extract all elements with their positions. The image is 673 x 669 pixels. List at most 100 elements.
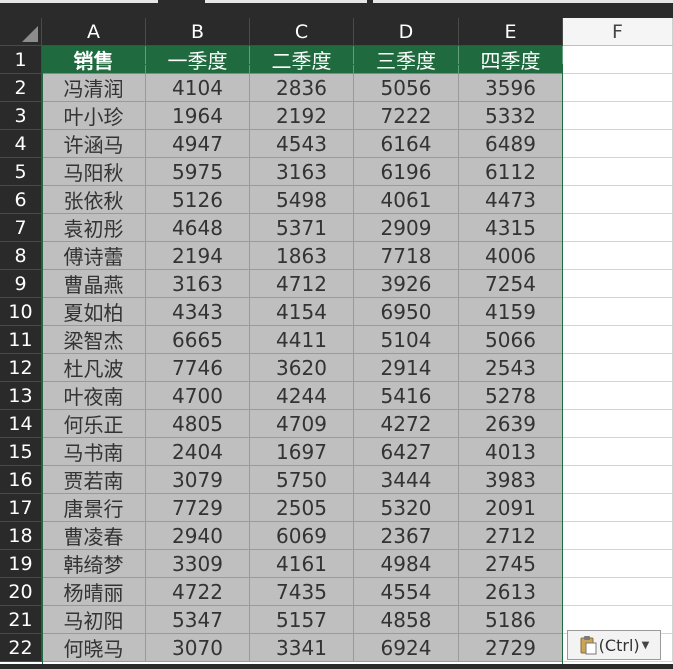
table-header-cell[interactable]: 二季度 [250, 46, 354, 74]
select-all-button[interactable] [0, 18, 42, 46]
name-cell[interactable]: 杨晴丽 [42, 578, 146, 606]
value-cell[interactable]: 5498 [250, 186, 354, 214]
value-cell[interactable]: 5157 [250, 606, 354, 634]
value-cell[interactable]: 6489 [459, 130, 563, 158]
row-header[interactable]: 7 [0, 214, 42, 242]
value-cell[interactable]: 4013 [459, 438, 563, 466]
value-cell[interactable]: 5750 [250, 466, 354, 494]
empty-cell[interactable] [563, 158, 673, 186]
column-header-6[interactable]: F [563, 18, 673, 46]
value-cell[interactable]: 3079 [146, 466, 250, 494]
value-cell[interactable]: 6924 [354, 634, 459, 662]
value-cell[interactable]: 4159 [459, 298, 563, 326]
name-cell[interactable]: 冯清润 [42, 74, 146, 102]
empty-cell[interactable] [563, 438, 673, 466]
value-cell[interactable]: 2836 [250, 74, 354, 102]
column-header-2[interactable]: B [146, 18, 250, 46]
name-cell[interactable]: 何晓马 [42, 634, 146, 662]
value-cell[interactable]: 2613 [459, 578, 563, 606]
column-header-5[interactable]: E [459, 18, 563, 46]
value-cell[interactable]: 6950 [354, 298, 459, 326]
value-cell[interactable]: 4272 [354, 410, 459, 438]
value-cell[interactable]: 7435 [250, 578, 354, 606]
empty-cell[interactable] [563, 214, 673, 242]
value-cell[interactable]: 5066 [459, 326, 563, 354]
empty-cell[interactable] [563, 46, 673, 74]
row-header[interactable]: 19 [0, 550, 42, 578]
value-cell[interactable]: 1697 [250, 438, 354, 466]
value-cell[interactable]: 4712 [250, 270, 354, 298]
value-cell[interactable]: 4161 [250, 550, 354, 578]
row-header[interactable]: 3 [0, 102, 42, 130]
row-header[interactable]: 21 [0, 606, 42, 634]
name-cell[interactable]: 杜凡波 [42, 354, 146, 382]
empty-cell[interactable] [563, 74, 673, 102]
empty-cell[interactable] [563, 242, 673, 270]
row-header[interactable]: 22 [0, 634, 42, 662]
value-cell[interactable]: 4104 [146, 74, 250, 102]
value-cell[interactable]: 4244 [250, 382, 354, 410]
value-cell[interactable]: 3070 [146, 634, 250, 662]
row-header[interactable]: 13 [0, 382, 42, 410]
row-header[interactable]: 8 [0, 242, 42, 270]
row-header[interactable]: 6 [0, 186, 42, 214]
name-cell[interactable]: 叶夜南 [42, 382, 146, 410]
row-header[interactable]: 10 [0, 298, 42, 326]
value-cell[interactable]: 3983 [459, 466, 563, 494]
value-cell[interactable]: 2909 [354, 214, 459, 242]
value-cell[interactable]: 2745 [459, 550, 563, 578]
value-cell[interactable]: 4315 [459, 214, 563, 242]
value-cell[interactable]: 4700 [146, 382, 250, 410]
value-cell[interactable]: 2543 [459, 354, 563, 382]
value-cell[interactable]: 4805 [146, 410, 250, 438]
value-cell[interactable]: 2940 [146, 522, 250, 550]
value-cell[interactable]: 3309 [146, 550, 250, 578]
value-cell[interactable]: 4543 [250, 130, 354, 158]
name-cell[interactable]: 贾若南 [42, 466, 146, 494]
value-cell[interactable]: 3341 [250, 634, 354, 662]
value-cell[interactable]: 5371 [250, 214, 354, 242]
value-cell[interactable]: 4473 [459, 186, 563, 214]
value-cell[interactable]: 6665 [146, 326, 250, 354]
value-cell[interactable]: 7729 [146, 494, 250, 522]
value-cell[interactable]: 2404 [146, 438, 250, 466]
value-cell[interactable]: 5126 [146, 186, 250, 214]
value-cell[interactable]: 2712 [459, 522, 563, 550]
name-cell[interactable]: 梁智杰 [42, 326, 146, 354]
value-cell[interactable]: 7254 [459, 270, 563, 298]
row-header[interactable]: 16 [0, 466, 42, 494]
empty-cell[interactable] [563, 354, 673, 382]
name-cell[interactable]: 曹凌春 [42, 522, 146, 550]
value-cell[interactable]: 7222 [354, 102, 459, 130]
value-cell[interactable]: 4722 [146, 578, 250, 606]
name-cell[interactable]: 袁初彤 [42, 214, 146, 242]
empty-cell[interactable] [563, 578, 673, 606]
value-cell[interactable]: 6427 [354, 438, 459, 466]
paste-options-button[interactable]: (Ctrl) ▼ [567, 630, 661, 660]
empty-cell[interactable] [563, 298, 673, 326]
value-cell[interactable]: 3163 [146, 270, 250, 298]
row-header[interactable]: 9 [0, 270, 42, 298]
row-header[interactable]: 1 [0, 46, 42, 74]
empty-cell[interactable] [563, 102, 673, 130]
column-header-3[interactable]: C [250, 18, 354, 46]
value-cell[interactable]: 3163 [250, 158, 354, 186]
value-cell[interactable]: 6196 [354, 158, 459, 186]
name-cell[interactable]: 马初阳 [42, 606, 146, 634]
row-header[interactable]: 15 [0, 438, 42, 466]
value-cell[interactable]: 4858 [354, 606, 459, 634]
value-cell[interactable]: 5320 [354, 494, 459, 522]
value-cell[interactable]: 4648 [146, 214, 250, 242]
value-cell[interactable]: 3620 [250, 354, 354, 382]
value-cell[interactable]: 5975 [146, 158, 250, 186]
value-cell[interactable]: 2091 [459, 494, 563, 522]
empty-cell[interactable] [563, 550, 673, 578]
value-cell[interactable]: 3444 [354, 466, 459, 494]
name-cell[interactable]: 夏如柏 [42, 298, 146, 326]
value-cell[interactable]: 4709 [250, 410, 354, 438]
empty-cell[interactable] [563, 410, 673, 438]
empty-cell[interactable] [563, 522, 673, 550]
row-header[interactable]: 11 [0, 326, 42, 354]
empty-cell[interactable] [563, 186, 673, 214]
table-header-cell[interactable]: 三季度 [354, 46, 459, 74]
